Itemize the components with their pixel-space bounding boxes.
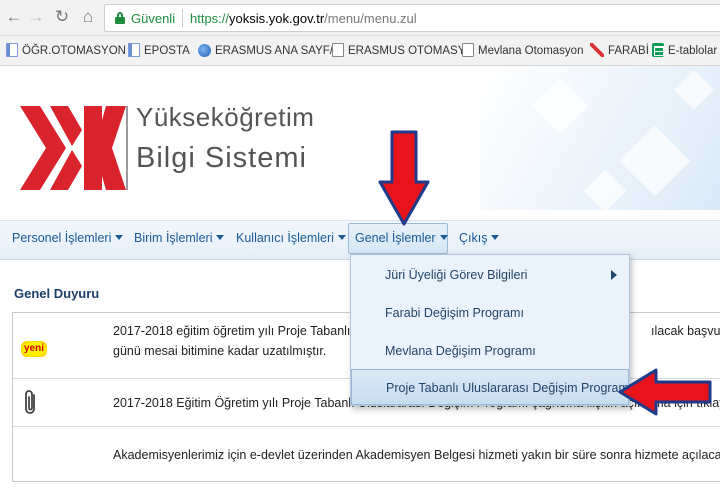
dropdown-item-farabi[interactable]: Farabi Değişim Programı xyxy=(351,295,629,331)
menu-kullanici-islemleri[interactable]: Kullanıcı İşlemleri xyxy=(236,231,346,245)
menu-genel-islemler[interactable]: Genel İşlemler xyxy=(355,231,448,245)
header-decoration xyxy=(480,66,720,210)
bookmark-mevlana-otomasyon[interactable]: Mevlana Otomasyon xyxy=(462,43,583,59)
announcement-row[interactable]: Akademisyenlerimiz için e-devlet üzerind… xyxy=(13,427,720,482)
genel-islemler-dropdown: Jüri Üyeliği Görev Bilgileri Farabi Deği… xyxy=(350,254,632,406)
document-icon xyxy=(462,43,474,57)
bookmark-eposta[interactable]: EPOSTA xyxy=(128,43,190,59)
bookmark-ogr-otomasyon[interactable]: ÖĞR.OTOMASYON xyxy=(6,43,126,59)
url-text[interactable]: https://yoksis.yok.gov.tr/menu/menu.zul xyxy=(190,11,417,26)
dropdown-item-juri-uyeligi[interactable]: Jüri Üyeliği Görev Bilgileri xyxy=(351,257,629,293)
globe-icon xyxy=(198,44,211,57)
annotation-arrow-left-icon xyxy=(618,368,712,416)
brand-line-2: Bilgi Sistemi xyxy=(136,142,307,174)
bookmark-erasmus-ana-sayfa[interactable]: ERASMUS ANA SAYF/ xyxy=(198,43,333,59)
site-header: Yükseköğretim Bilgi Sistemi xyxy=(0,66,720,210)
caret-down-icon xyxy=(491,235,500,240)
menu-cikis[interactable]: Çıkış xyxy=(459,231,500,245)
annotation-arrow-down-icon xyxy=(378,130,430,226)
bookmark-e-tablolar[interactable]: E-tablolar xyxy=(652,43,717,59)
menu-personel-islemleri[interactable]: Personel İşlemleri xyxy=(12,231,124,245)
new-badge: yeni xyxy=(21,341,47,357)
yok-logo[interactable] xyxy=(20,106,128,190)
secure-label: Güvenli xyxy=(131,11,176,26)
announcement-text: Akademisyenlerimiz için e-devlet üzerind… xyxy=(113,448,720,462)
document-icon xyxy=(6,43,18,57)
reload-icon[interactable]: ↻ xyxy=(52,7,72,27)
bookmarks-bar: ÖĞR.OTOMASYON EPOSTA ERASMUS ANA SAYF/ E… xyxy=(0,36,720,66)
brand-line-1: Yükseköğretim xyxy=(136,102,315,132)
submenu-arrow-icon xyxy=(611,270,617,280)
dropdown-item-proje-tabanli[interactable]: Proje Tabanlı Uluslararası Değişim Progr… xyxy=(351,369,632,405)
menu-birim-islemleri[interactable]: Birim İşlemleri xyxy=(134,231,225,245)
caret-down-icon xyxy=(337,235,346,240)
bookmark-erasmus-otomasyon[interactable]: ERASMUS OTOMASY( xyxy=(332,43,469,59)
divider xyxy=(182,9,183,27)
back-arrow-icon[interactable]: ← xyxy=(4,7,24,27)
section-title: Genel Duyuru xyxy=(14,286,100,301)
browser-toolbar: ← → ↻ ⌂ Güvenli https://yoksis.yok.gov.t… xyxy=(0,0,720,36)
address-bar[interactable]: Güvenli https://yoksis.yok.gov.tr/menu/m… xyxy=(104,4,720,32)
lock-icon xyxy=(115,12,125,24)
farabi-icon xyxy=(590,43,604,57)
document-icon xyxy=(128,43,140,57)
bookmark-farabi[interactable]: FARABİ xyxy=(590,43,649,59)
logo-divider xyxy=(126,106,128,190)
caret-down-icon xyxy=(439,235,448,240)
paperclip-icon xyxy=(25,390,35,414)
document-icon xyxy=(332,43,344,57)
forward-arrow-icon[interactable]: → xyxy=(26,7,46,27)
sheets-icon xyxy=(652,43,664,57)
home-icon[interactable]: ⌂ xyxy=(78,7,98,27)
announcement-text[interactable]: 2017-2018 eğitim öğretim yılı Proje Taba… xyxy=(113,321,720,361)
caret-down-icon xyxy=(216,235,225,240)
caret-down-icon xyxy=(115,235,124,240)
dropdown-item-mevlana[interactable]: Mevlana Değişim Programı xyxy=(351,333,629,369)
